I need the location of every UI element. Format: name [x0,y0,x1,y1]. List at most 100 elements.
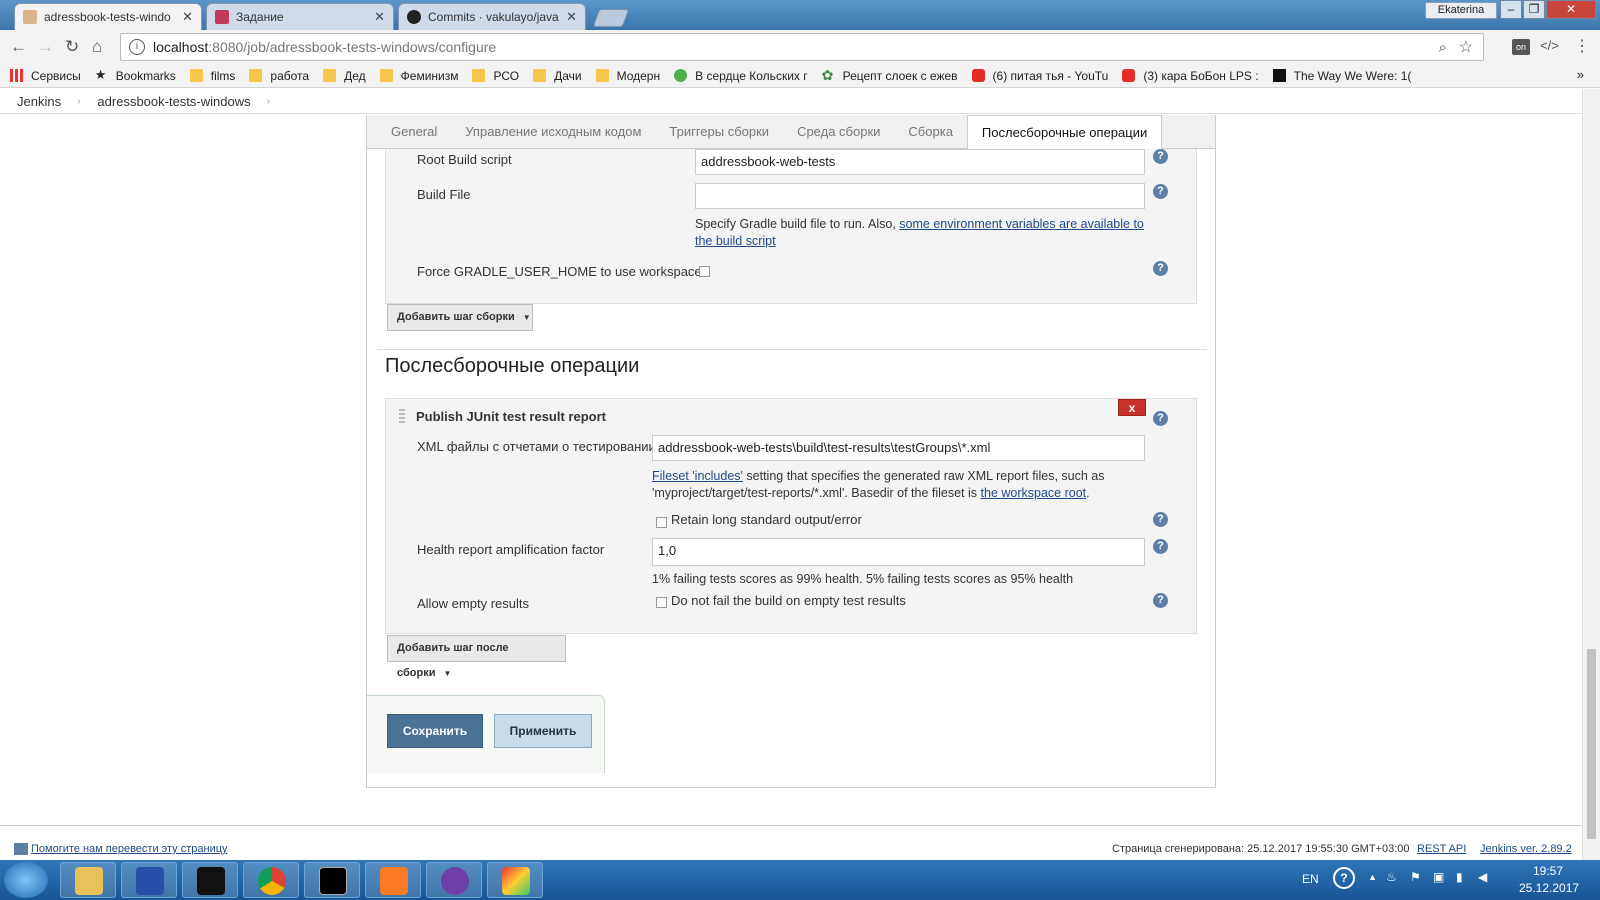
bookmark-label: Дачи [554,68,582,83]
xml-files-input[interactable]: addressbook-web-tests\build\test-results… [652,435,1145,461]
menu-icon[interactable]: ⋮ [1574,36,1590,56]
add-post-build-step-button[interactable]: Добавить шаг после сборки ▼ [387,635,566,679]
tab-environment[interactable]: Среда сборки [783,115,894,148]
root-build-script-input[interactable]: addressbook-web-tests [695,149,1145,175]
help-tray-icon[interactable]: ? [1333,867,1355,889]
taskbar-github-desktop[interactable] [426,862,482,898]
help-icon[interactable]: ? [1153,512,1168,527]
fileset-includes-link[interactable]: Fileset 'includes' [652,469,743,483]
taskbar-cmd[interactable] [304,862,360,898]
back-icon[interactable]: ← [10,37,27,57]
scrollbar-thumb[interactable] [1587,649,1596,839]
chevron-right-icon[interactable]: › [77,96,80,107]
forward-icon[interactable]: → [37,37,54,57]
youtube-icon [971,69,985,82]
taskbar-chrome[interactable] [243,862,299,898]
tab-post-build[interactable]: Послесборочные операции [966,115,1163,149]
chevron-right-icon[interactable]: › [267,96,270,107]
bookmark-ded[interactable]: Дед [323,69,366,83]
force-gradle-checkbox[interactable] [699,266,710,277]
more-bookmarks-icon[interactable]: » [1577,67,1584,82]
bookmark-feminizm[interactable]: Феминизм [379,69,458,83]
translate-link[interactable]: Помогите нам перевести эту страницу [31,843,228,855]
taskbar-paint[interactable] [487,862,543,898]
bookmark-dachi[interactable]: Дачи [533,69,582,83]
clock-time[interactable]: 19:57 [1533,864,1563,878]
taskbar-floppy[interactable] [121,862,177,898]
hint-text: Specify Gradle build file to run. Also, [695,217,896,231]
workspace-root-link[interactable]: the workspace root [981,486,1087,500]
clock-date[interactable]: 25.12.2017 [1519,881,1579,895]
reload-icon[interactable]: ↻ [65,37,79,57]
device-icon[interactable]: ▣ [1433,870,1444,884]
devtools-icon[interactable]: </> [1540,38,1559,53]
build-file-input[interactable] [695,183,1145,209]
github-desktop-icon [441,867,469,895]
jenkins-version-link[interactable]: Jenkins ver. 2.89.2 [1480,843,1572,855]
bookmark-rabota[interactable]: работа [249,69,309,83]
drag-handle-icon[interactable] [399,409,405,425]
new-tab-button[interactable] [592,9,630,27]
apply-button[interactable]: Применить [494,714,592,748]
tab-general[interactable]: General [377,115,451,148]
bookmark-services[interactable]: Сервисы [10,69,81,83]
flag-icon[interactable]: ⚑ [1410,870,1421,884]
address-bar[interactable]: i localhost:8080/job/adressbook-tests-wi… [120,33,1484,61]
bookmark-rso[interactable]: РСО [472,69,519,83]
extension-icon[interactable]: on [1512,39,1530,55]
tab-triggers[interactable]: Триггеры сборки [655,115,783,148]
save-button[interactable]: Сохранить [387,714,483,748]
info-icon[interactable]: i [129,39,145,55]
help-icon[interactable]: ? [1153,184,1168,199]
taskbar-xampp[interactable] [365,862,421,898]
volume-icon[interactable]: ◀ [1478,870,1487,884]
help-icon[interactable]: ? [1153,593,1168,608]
divider [377,349,1207,350]
network-icon[interactable]: ▮ [1456,870,1463,884]
minimize-button[interactable]: – [1500,0,1522,19]
bookmark-films[interactable]: films [189,69,235,83]
window-close-button[interactable]: ✕ [1546,0,1596,19]
health-factor-input[interactable]: 1,0 [652,538,1145,566]
delete-button[interactable]: x [1118,399,1146,416]
help-icon[interactable]: ? [1153,261,1168,276]
start-button[interactable] [4,862,48,898]
close-icon[interactable]: ✕ [182,9,193,25]
bookmark-kp[interactable]: В сердце Кольских г [674,69,808,83]
close-icon[interactable]: ✕ [566,9,577,25]
allow-empty-checkbox[interactable] [656,597,667,608]
bookmark-bookmarks[interactable]: ★ Bookmarks [95,68,176,83]
tab-zadanie[interactable]: Задание ✕ [206,3,394,30]
star-icon[interactable]: ☆ [1459,37,1473,57]
show-hidden-icon[interactable]: ▲ [1368,872,1377,882]
taskbar-intellij[interactable] [182,862,238,898]
bookmark-youtube-1[interactable]: (6) питая тья - YouTu [971,69,1108,83]
flame-tray-icon[interactable]: ♨ [1386,870,1397,884]
help-icon[interactable]: ? [1153,411,1168,426]
breadcrumb-jenkins[interactable]: Jenkins [17,94,61,109]
home-icon[interactable]: ⌂ [92,37,102,57]
breadcrumb-job[interactable]: adressbook-tests-windows [97,94,250,109]
taskbar-explorer[interactable] [60,862,116,898]
help-icon[interactable]: ? [1153,149,1168,164]
language-indicator[interactable]: EN [1302,872,1319,886]
tab-build[interactable]: Сборка [894,115,967,148]
bookmark-youtube-2[interactable]: (3) кара БоБон LPS : [1122,69,1259,83]
bookmark-recipe[interactable]: ✿ Рецепт слоек с ежев [822,68,958,83]
retain-output-checkbox[interactable] [656,517,667,528]
bookmark-modern[interactable]: Модерн [595,69,660,83]
help-icon[interactable]: ? [1153,539,1168,554]
cmd-icon [319,867,347,895]
zoom-search-icon[interactable]: ⌕ [1439,39,1447,56]
bookmark-psy[interactable]: The Way We Were: 1( [1272,69,1411,83]
rest-api-link[interactable]: REST API [1417,843,1466,855]
tab-scm[interactable]: Управление исходным кодом [451,115,655,148]
url-host: localhost [153,39,209,55]
maximize-button[interactable]: ❐ [1523,0,1545,19]
tab-github[interactable]: Commits · vakulayo/java ✕ [398,3,586,30]
page-scrollbar[interactable] [1582,89,1600,860]
close-icon[interactable]: ✕ [374,9,385,25]
add-build-step-button[interactable]: Добавить шаг сборки ▼ [387,304,533,331]
tab-jenkins[interactable]: adressbook-tests-windo ✕ [14,3,202,30]
user-profile-button[interactable]: Ekaterina [1425,2,1497,19]
